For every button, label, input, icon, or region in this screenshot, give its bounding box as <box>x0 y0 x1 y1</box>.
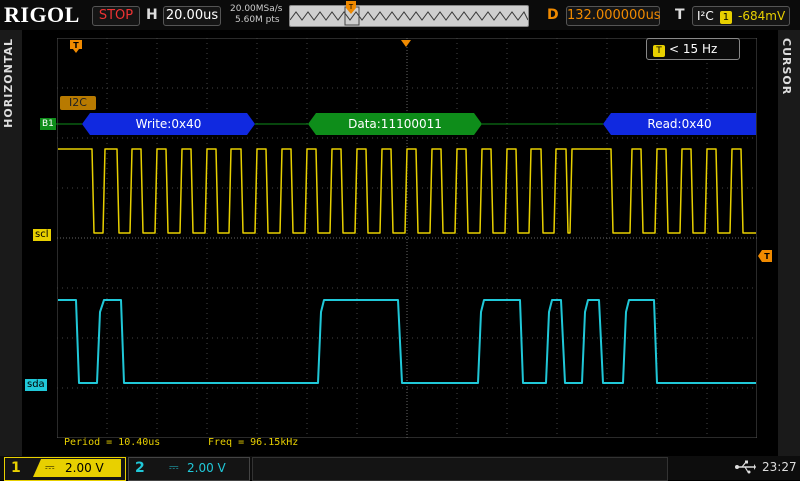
channel-status-empty-area <box>252 457 668 481</box>
channel-2-settings[interactable]: 2 ⎓ 2.00 V <box>128 457 250 481</box>
channel-1-coupling-icon: ⎓ <box>45 460 55 474</box>
channel-2-number: 2 <box>135 460 145 476</box>
sda-channel-marker[interactable]: sda <box>25 379 47 391</box>
channel-1-scale: 2.00 V <box>65 461 104 475</box>
channel-1-settings[interactable]: 1 ⎓ 2.00 V <box>4 457 126 481</box>
channel-2-scale: 2.00 V <box>187 461 226 475</box>
frequency-measurement: Freq = 96.15kHz <box>208 437 299 448</box>
clock-time: 23:27 <box>762 460 797 474</box>
channel-1-number: 1 <box>11 460 21 476</box>
usb-icon <box>734 460 756 478</box>
channel-2-coupling-icon: ⎓ <box>169 460 179 474</box>
sda-waveform <box>58 299 756 384</box>
period-measurement: Period = 10.40us <box>64 437 161 448</box>
